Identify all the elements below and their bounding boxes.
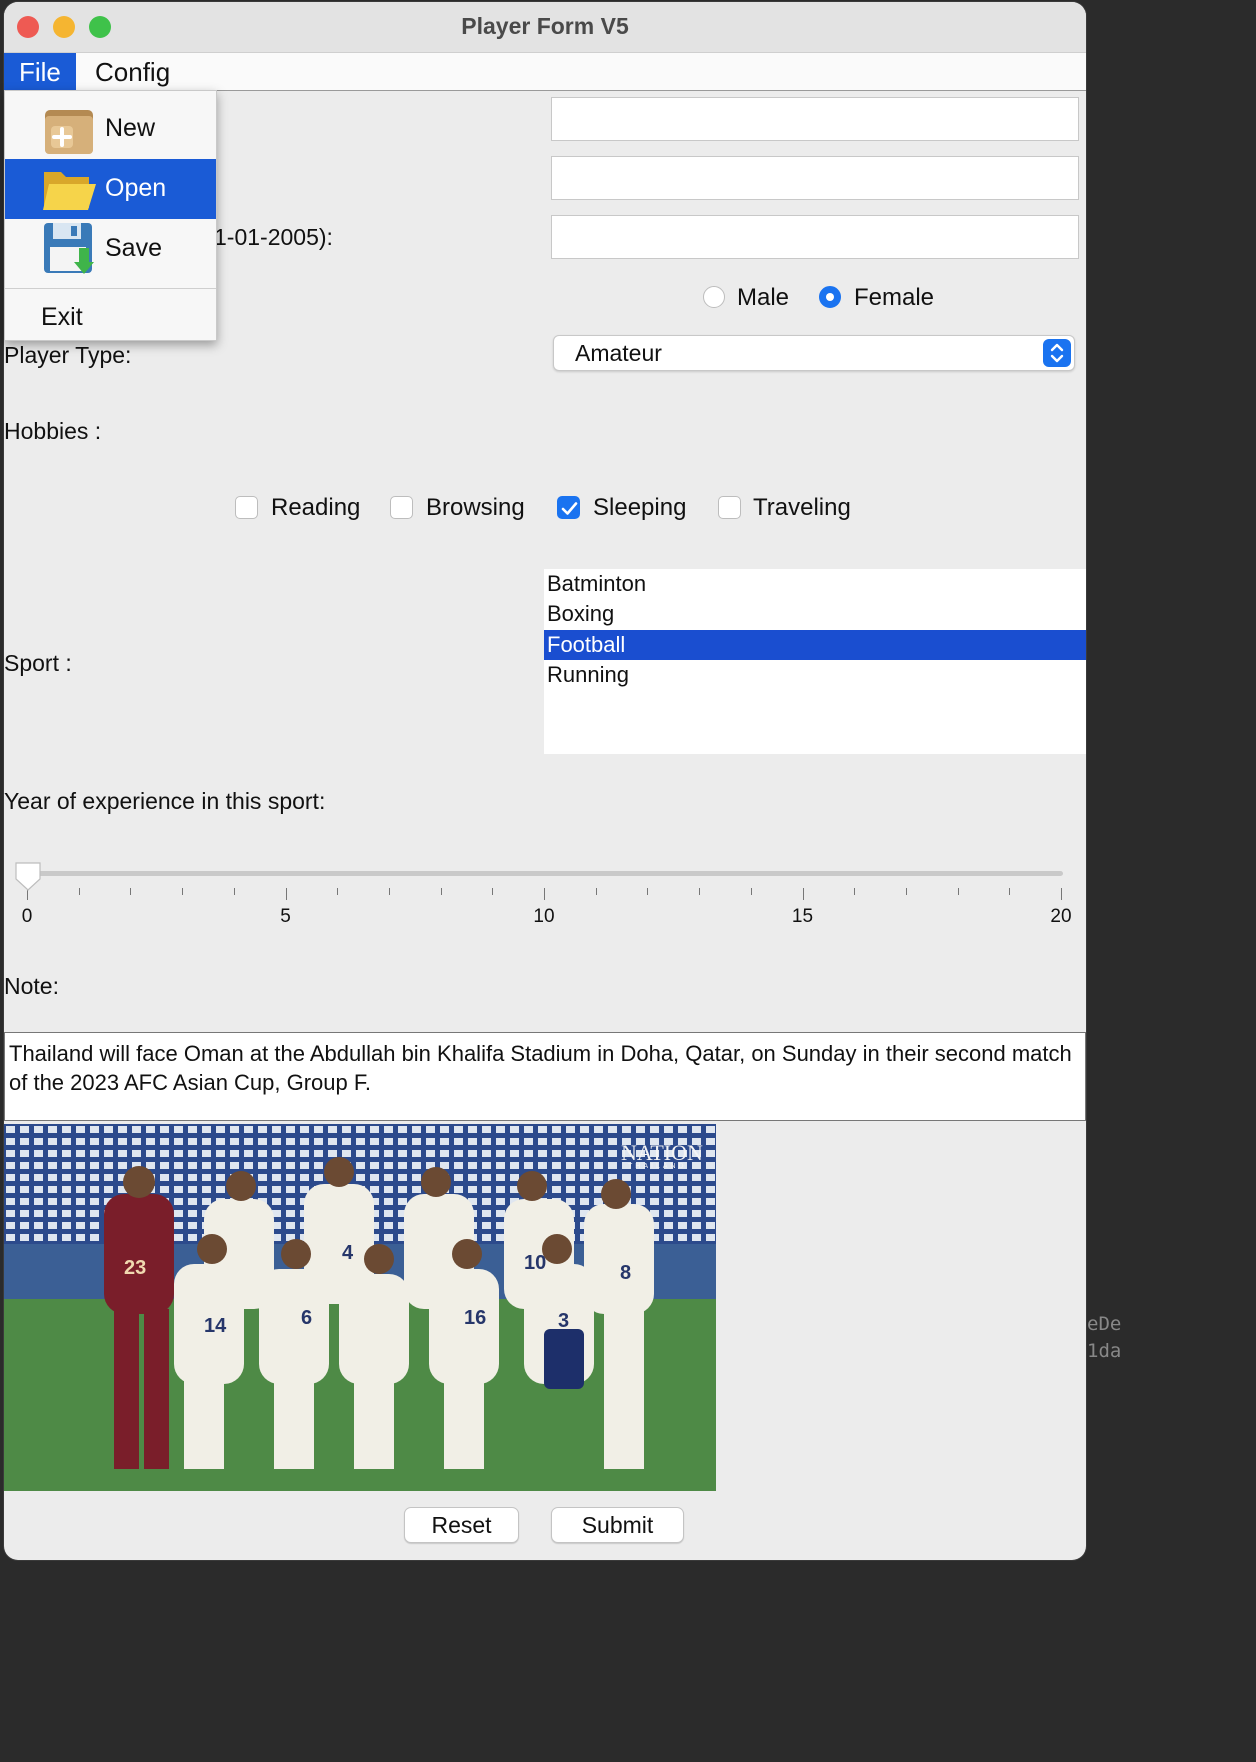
updown-chevron-icon xyxy=(1043,339,1071,367)
hobby-traveling-checkbox[interactable] xyxy=(718,496,741,519)
checkmark-icon xyxy=(561,502,578,515)
slider-minor-tick xyxy=(647,888,649,895)
hobbies-label: Hobbies : xyxy=(4,418,102,444)
menu-item-open[interactable]: Open xyxy=(5,159,216,219)
dob-field[interactable] xyxy=(551,215,1079,259)
hobby-reading-checkbox[interactable] xyxy=(235,496,258,519)
slider-tick-label: 0 xyxy=(21,906,33,927)
slider-minor-tick xyxy=(750,888,752,895)
sport-item-boxing[interactable]: Boxing xyxy=(544,599,1086,629)
player-type-label: Player Type: xyxy=(4,342,132,368)
slider-minor-tick xyxy=(957,888,959,895)
menu-item-exit[interactable]: Exit xyxy=(5,291,216,339)
photo-watermark: NATION xyxy=(621,1140,703,1165)
svg-text:6: 6 xyxy=(301,1307,312,1329)
svg-text:14: 14 xyxy=(204,1315,227,1337)
open-folder-icon xyxy=(43,172,96,210)
save-floppy-icon xyxy=(44,223,94,274)
slider-minor-tick xyxy=(182,888,184,895)
gender-female-radio[interactable] xyxy=(819,286,841,308)
svg-text:3: 3 xyxy=(558,1310,569,1332)
slider-minor-tick xyxy=(699,888,701,895)
dob-label: 1-01-2005): xyxy=(214,224,333,250)
menu-config[interactable]: Config xyxy=(80,53,185,90)
photo-watermark-sub: THAILAND xyxy=(628,1163,687,1170)
nationality-field[interactable] xyxy=(551,156,1079,200)
menu-item-exit-label: Exit xyxy=(41,303,83,331)
slider-minor-tick xyxy=(388,888,390,895)
menu-item-new[interactable]: New xyxy=(5,99,216,159)
menu-separator xyxy=(5,288,216,289)
new-folder-icon xyxy=(45,110,93,154)
hobby-sleeping-checkbox[interactable] xyxy=(557,496,580,519)
slider-minor-tick xyxy=(854,888,856,895)
gender-male-label: Male xyxy=(737,284,790,311)
svg-text:10: 10 xyxy=(524,1252,546,1274)
hobby-reading-label: Reading xyxy=(271,494,361,521)
gender-male-radio[interactable] xyxy=(703,286,725,308)
svg-text:8: 8 xyxy=(620,1262,631,1284)
svg-text:23: 23 xyxy=(124,1257,146,1279)
submit-button[interactable]: Submit xyxy=(551,1507,684,1543)
slider-minor-tick xyxy=(595,888,597,895)
slider-major-tick xyxy=(544,888,545,900)
experience-label: Year of experience in this sport: xyxy=(4,788,326,814)
hobby-sleeping-label: Sleeping xyxy=(593,494,687,521)
slider-tick-label: 10 xyxy=(533,906,555,927)
slider-minor-tick xyxy=(1009,888,1011,895)
menu-item-save-label: Save xyxy=(105,234,162,262)
svg-text:16: 16 xyxy=(464,1307,486,1329)
team-photo: 4 10 8 14 6 16 3 23 NATION THAILAND xyxy=(4,1124,716,1491)
slider-minor-tick xyxy=(905,888,907,895)
slider-minor-tick xyxy=(78,888,80,895)
note-label: Note: xyxy=(4,973,59,999)
window-title: Player Form V5 xyxy=(461,13,629,39)
slider-tick-label: 15 xyxy=(791,906,814,927)
hobby-browsing-label: Browsing xyxy=(426,494,525,521)
menu-bar: File Config xyxy=(4,53,1086,91)
menu-item-save[interactable]: Save xyxy=(5,219,216,279)
slider-minor-tick xyxy=(492,888,494,895)
slider-tick-label: 20 xyxy=(1050,906,1072,927)
sport-label: Sport : xyxy=(4,650,72,676)
slider-major-tick xyxy=(285,888,287,900)
slider-minor-tick xyxy=(440,888,442,895)
player-type-value: Amateur xyxy=(575,340,662,366)
player-type-select[interactable]: Amateur xyxy=(553,335,1075,371)
svg-text:4: 4 xyxy=(342,1242,354,1264)
slider-major-tick xyxy=(1061,888,1062,900)
name-field[interactable] xyxy=(551,97,1079,141)
background-code-2: 1da xyxy=(1087,1340,1122,1362)
experience-slider[interactable] xyxy=(26,871,1063,876)
note-textarea[interactable]: Thailand will face Oman at the Abdullah … xyxy=(4,1032,1086,1121)
reset-button[interactable]: Reset xyxy=(404,1507,519,1543)
slider-minor-tick xyxy=(130,888,132,895)
gender-female-label: Female xyxy=(854,284,935,311)
menu-item-new-label: New xyxy=(105,114,156,142)
file-menu-dropdown: New Open Save Exit xyxy=(4,90,217,341)
slider-major-tick xyxy=(802,888,804,900)
sport-item-batminton[interactable]: Batminton xyxy=(544,569,1086,599)
menu-item-open-label: Open xyxy=(105,174,167,202)
hobby-browsing-checkbox[interactable] xyxy=(390,496,413,519)
slider-minor-tick xyxy=(337,888,339,895)
experience-slider-thumb[interactable] xyxy=(13,860,43,892)
sport-item-running[interactable]: Running xyxy=(544,660,1086,690)
sport-list[interactable]: Batminton Boxing Football Running xyxy=(544,569,1086,754)
title-bar: Player Form V5 xyxy=(4,2,1086,53)
menu-file[interactable]: File xyxy=(4,53,76,90)
slider-tick-label: 5 xyxy=(280,906,291,927)
hobby-traveling-label: Traveling xyxy=(753,494,851,521)
sport-item-football[interactable]: Football xyxy=(544,630,1086,660)
background-code-1: eDe xyxy=(1087,1313,1122,1335)
slider-minor-tick xyxy=(233,888,235,895)
